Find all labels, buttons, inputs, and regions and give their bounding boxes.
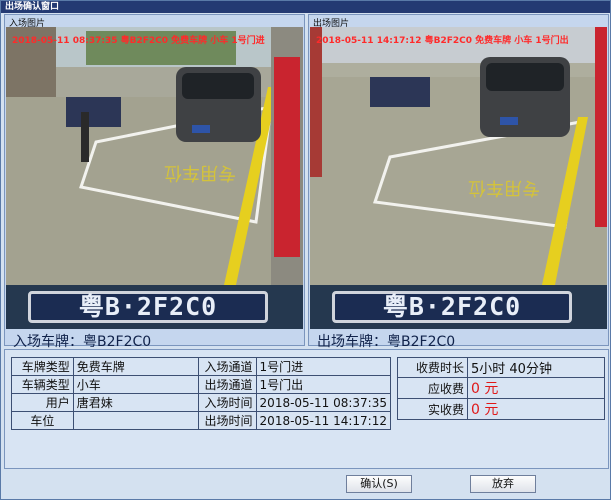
paid-value: 0 元 xyxy=(467,398,605,420)
exit-plate-label: 出场车牌：粤B2F2C0 xyxy=(317,334,456,350)
entry-lane-value: 1号门进 xyxy=(255,357,392,376)
table-row: 收费时长 5小时 40分钟 xyxy=(397,357,605,378)
svg-text:专用车位: 专用车位 xyxy=(164,162,236,183)
exit-plate-strip: 粤B·2F2C0 xyxy=(310,285,607,329)
table-row: 应收费 0 元 xyxy=(397,377,605,399)
window-title: 出场确认窗口 xyxy=(1,1,610,13)
user-label: 用户 xyxy=(11,393,74,412)
exit-lane-label: 出场通道 xyxy=(197,375,257,394)
duration-value: 5小时 40分钟 xyxy=(467,357,605,378)
table-row: 车位 出场时间 2018-05-11 14:17:12 xyxy=(11,411,392,430)
confirm-button[interactable]: 确认(S) xyxy=(346,475,412,493)
cancel-button[interactable]: 放弃 xyxy=(470,475,536,493)
entry-time-label: 入场时间 xyxy=(197,393,257,412)
vehicle-info-panel: 车牌类型 免费车牌 入场通道 1号门进 车辆类型 小车 出场通道 1号门出 用户… xyxy=(4,349,609,469)
vehicle-details-table: 车牌类型 免费车牌 入场通道 1号门进 车辆类型 小车 出场通道 1号门出 用户… xyxy=(11,357,392,430)
entry-lane-label: 入场通道 xyxy=(197,357,257,376)
user-value: 唐君妹 xyxy=(72,393,199,412)
entry-plate-label: 入场车牌：粤B2F2C0 xyxy=(13,334,152,350)
entry-time-value: 2018-05-11 08:37:35 xyxy=(255,393,392,412)
plate-type-label: 车牌类型 xyxy=(11,357,74,376)
due-value: 0 元 xyxy=(467,377,605,399)
entry-plate-image: 粤B·2F2C0 xyxy=(28,291,268,323)
table-row: 车牌类型 免费车牌 入场通道 1号门进 xyxy=(11,357,392,376)
entry-panel: 入场图片 专用车位 2018-05-11 08:37:35 粤B2F2C0 免费… xyxy=(4,14,305,350)
vehicle-type-label: 车辆类型 xyxy=(11,375,74,394)
due-label: 应收费 xyxy=(397,377,468,399)
exit-plate-image: 粤B·2F2C0 xyxy=(332,291,572,323)
entry-plate-strip: 粤B·2F2C0 xyxy=(6,285,303,329)
exit-overlay-text: 2018-05-11 14:17:12 粤B2F2C0 免费车牌 小车 1号门出 xyxy=(316,36,569,46)
button-bar: 确认(S) 放弃 xyxy=(4,471,609,499)
duration-label: 收费时长 xyxy=(397,357,468,378)
exit-photo: 专用车位 2018-05-11 14:17:12 粤B2F2C0 免费车牌 小车… xyxy=(310,27,607,285)
exit-lane-value: 1号门出 xyxy=(255,375,392,394)
paid-label: 实收费 xyxy=(397,398,468,420)
exit-confirm-window: 出场确认窗口 入场图片 专用车位 2018-05-11 08:37:35 粤B2… xyxy=(0,0,611,500)
svg-text:专用车位: 专用车位 xyxy=(468,177,540,198)
table-row: 用户 唐君妹 入场时间 2018-05-11 08:37:35 xyxy=(11,393,392,412)
spot-value xyxy=(72,411,199,430)
table-row: 实收费 0 元 xyxy=(397,398,605,420)
spot-label: 车位 xyxy=(11,411,74,430)
fee-table: 收费时长 5小时 40分钟 应收费 0 元 实收费 0 元 xyxy=(397,357,605,420)
vehicle-type-value: 小车 xyxy=(72,375,199,394)
entry-overlay-text: 2018-05-11 08:37:35 粤B2F2C0 免费车牌 小车 1号门进 xyxy=(12,36,265,46)
table-row: 车辆类型 小车 出场通道 1号门出 xyxy=(11,375,392,394)
exit-time-value: 2018-05-11 14:17:12 xyxy=(255,411,392,430)
plate-type-value: 免费车牌 xyxy=(72,357,199,376)
entry-photo: 专用车位 2018-05-11 08:37:35 粤B2F2C0 免费车牌 小车… xyxy=(6,27,303,285)
exit-panel: 出场图片 专用车位 2018-05-11 14:17:12 粤B2F2C0 免费… xyxy=(308,14,609,350)
exit-time-label: 出场时间 xyxy=(197,411,257,430)
